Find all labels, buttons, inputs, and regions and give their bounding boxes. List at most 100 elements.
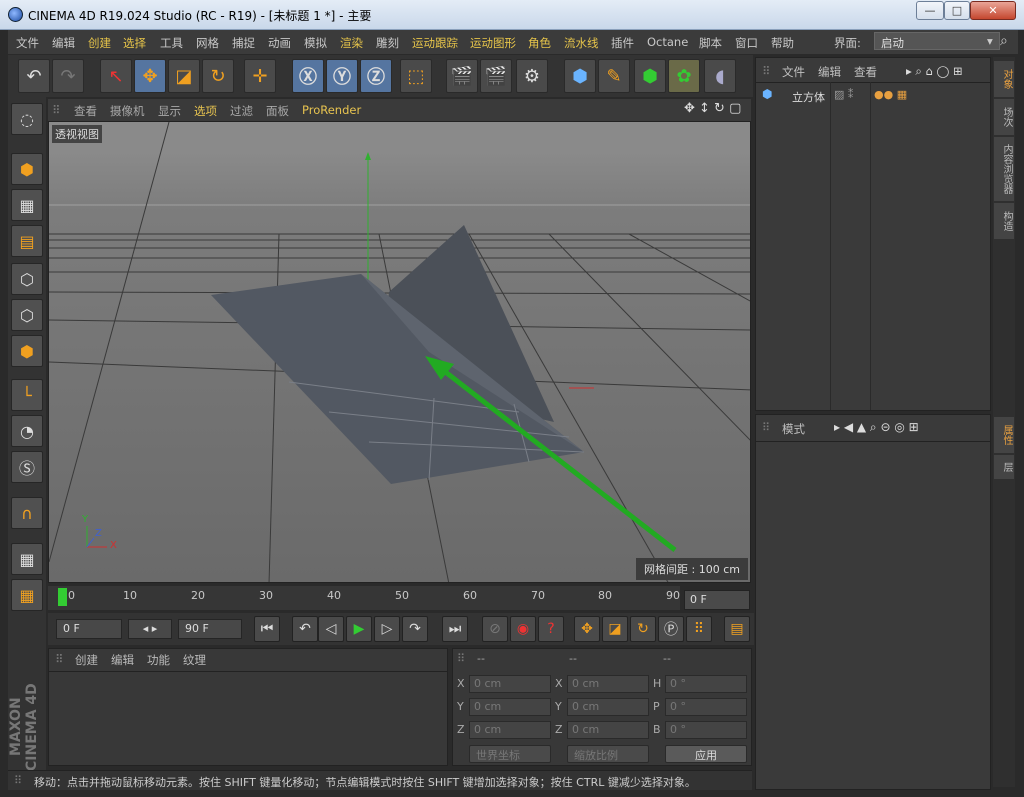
navigation-icons[interactable]: ✥ ↕ ↻ ▢: [684, 101, 741, 116]
menu-help[interactable]: 帮助: [771, 35, 794, 51]
rot-p-field[interactable]: 0 °: [665, 698, 747, 716]
previous-frame-icon[interactable]: ◁: [318, 616, 344, 642]
redo-icon[interactable]: ↷: [52, 59, 84, 93]
menu-octane[interactable]: Octane: [647, 35, 688, 49]
tab-objects[interactable]: 对象: [994, 61, 1014, 97]
rot-h-field[interactable]: 0 °: [665, 675, 747, 693]
menu-file[interactable]: 文件: [16, 35, 39, 51]
viewport-menu-prorender[interactable]: ProRender: [302, 103, 361, 117]
keyframe-selection-icon[interactable]: ?: [538, 616, 564, 642]
menu-window[interactable]: 窗口: [735, 35, 758, 51]
menu-motion-tracking[interactable]: 运动跟踪: [412, 35, 458, 51]
axis-mode-icon[interactable]: └: [11, 379, 43, 411]
workplane-align-icon[interactable]: ▦: [11, 579, 43, 611]
tab-attributes[interactable]: 属性: [994, 417, 1014, 453]
scale-ratio-select[interactable]: 缩放比例: [567, 745, 649, 763]
deformer-icon[interactable]: ◖: [704, 59, 736, 93]
pen-spline-icon[interactable]: ✎: [598, 59, 630, 93]
cube-object-icon[interactable]: ⬢: [564, 59, 596, 93]
texture-mode-icon[interactable]: ▦: [11, 189, 43, 221]
viewport-menu-display[interactable]: 显示: [158, 103, 181, 119]
subdivision-surface-icon[interactable]: ⬢: [634, 59, 666, 93]
record-keys-disabled-icon[interactable]: ⊘: [482, 616, 508, 642]
key-pla-icon[interactable]: ⠿: [686, 616, 712, 642]
menu-render[interactable]: 渲染: [340, 35, 363, 51]
minimize-button[interactable]: —: [916, 1, 944, 20]
timeline-window-icon[interactable]: ▤: [724, 616, 750, 642]
tab-content-browser[interactable]: 内容浏览器: [994, 137, 1014, 201]
apply-button[interactable]: 应用: [665, 745, 747, 763]
menu-plugins[interactable]: 插件: [611, 35, 634, 51]
key-parameter-icon[interactable]: Ⓟ: [658, 616, 684, 642]
viewport-menu-view[interactable]: 查看: [74, 103, 97, 119]
object-menu-file[interactable]: 文件: [782, 64, 805, 80]
recent-tool-icon[interactable]: ✛: [244, 59, 276, 93]
timeline-playhead[interactable]: [58, 588, 67, 606]
menu-tools[interactable]: 工具: [160, 35, 183, 51]
go-to-end-icon[interactable]: ⏭: [442, 616, 468, 642]
object-item-cube[interactable]: 立方体: [792, 89, 825, 105]
model-mode-icon[interactable]: ⬢: [11, 153, 43, 185]
current-frame-field[interactable]: 0 F: [684, 590, 750, 610]
play-icon[interactable]: ▶: [346, 616, 372, 642]
coordinate-system-icon[interactable]: ⬚: [400, 59, 432, 93]
key-position-icon[interactable]: ✥: [574, 616, 600, 642]
close-button[interactable]: ✕: [970, 1, 1016, 20]
material-menu-texture[interactable]: 纹理: [183, 652, 206, 668]
undo-icon[interactable]: ↶: [18, 59, 50, 93]
menu-script[interactable]: 脚本: [699, 35, 722, 51]
viewport-menu-options[interactable]: 选项: [194, 103, 217, 119]
points-mode-icon[interactable]: ⬡: [11, 263, 43, 295]
make-editable-icon[interactable]: ◌: [11, 103, 43, 135]
key-scale-icon[interactable]: ◪: [602, 616, 628, 642]
menu-animate[interactable]: 动画: [268, 35, 291, 51]
menu-sculpt[interactable]: 雕刻: [376, 35, 399, 51]
object-menu-view[interactable]: 查看: [854, 64, 877, 80]
material-menu-create[interactable]: 创建: [75, 652, 98, 668]
next-key-icon[interactable]: ↷: [402, 616, 428, 642]
maximize-button[interactable]: □: [944, 1, 970, 20]
go-to-start-icon[interactable]: ⏮: [254, 616, 280, 642]
object-menu-edit[interactable]: 编辑: [818, 64, 841, 80]
tab-structure[interactable]: 构造: [994, 203, 1014, 239]
y-axis-lock-icon[interactable]: Ⓨ: [326, 59, 358, 93]
workplane-lock-icon[interactable]: ▦: [11, 543, 43, 575]
menu-mesh[interactable]: 网格: [196, 35, 219, 51]
interface-select[interactable]: 启动 ▾: [874, 32, 1000, 50]
pos-z-field[interactable]: 0 cm: [469, 721, 551, 739]
menu-pipeline[interactable]: 流水线: [564, 35, 599, 51]
workplane-mode-icon[interactable]: ▤: [11, 225, 43, 257]
menu-simulate[interactable]: 模拟: [304, 35, 327, 51]
render-view-icon[interactable]: 🎬: [446, 59, 478, 93]
tweak-mode-icon[interactable]: ◔: [11, 415, 43, 447]
array-icon[interactable]: ✿: [668, 59, 700, 93]
attribute-menu-mode[interactable]: 模式: [782, 421, 805, 437]
viewport-menu-filter[interactable]: 过滤: [230, 103, 253, 119]
material-menu-function[interactable]: 功能: [147, 652, 170, 668]
move-tool-icon[interactable]: ✥: [134, 59, 166, 93]
tab-takes[interactable]: 场次: [994, 99, 1014, 135]
pos-y-field[interactable]: 0 cm: [469, 698, 551, 716]
next-frame-icon[interactable]: ▷: [374, 616, 400, 642]
rotate-tool-icon[interactable]: ↻: [202, 59, 234, 93]
visibility-dots-icon[interactable]: ▨ ⁑: [834, 88, 853, 101]
snap-magnet-icon[interactable]: ∩: [11, 497, 43, 529]
menu-snap[interactable]: 捕捉: [232, 35, 255, 51]
autokeying-icon[interactable]: ◉: [510, 616, 536, 642]
live-selection-icon[interactable]: ↖: [100, 59, 132, 93]
scale-tool-icon[interactable]: ◪: [168, 59, 200, 93]
perspective-viewport[interactable]: Y X Z 透视视图 网格间距 : 100 cm: [48, 121, 751, 583]
attribute-toolbar-icons[interactable]: ▸ ◀ ▲ ⌕ ⊝ ◎ ⊞: [834, 420, 919, 435]
menu-select[interactable]: 选择: [123, 35, 146, 51]
material-tags-icon[interactable]: ●● ▦: [874, 88, 907, 101]
rot-b-field[interactable]: 0 °: [665, 721, 747, 739]
render-settings-icon[interactable]: ⚙: [516, 59, 548, 93]
search-icon[interactable]: ⌕: [1000, 33, 1008, 49]
size-y-field[interactable]: 0 cm: [567, 698, 649, 716]
world-coordinates-select[interactable]: 世界坐标: [469, 745, 551, 763]
edges-mode-icon[interactable]: ⬡: [11, 299, 43, 331]
object-toolbar-icons[interactable]: ▸ ⌕ ⌂ ◯ ⊞: [906, 64, 963, 79]
size-z-field[interactable]: 0 cm: [567, 721, 649, 739]
z-axis-lock-icon[interactable]: Ⓩ: [360, 59, 392, 93]
material-menu-edit[interactable]: 编辑: [111, 652, 134, 668]
